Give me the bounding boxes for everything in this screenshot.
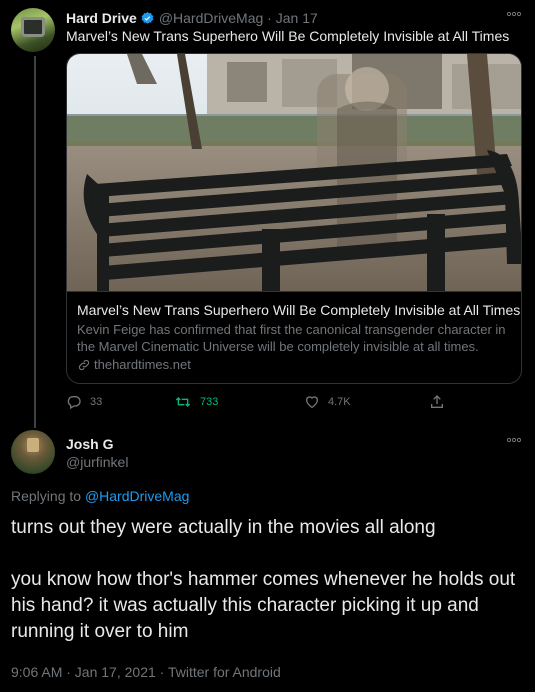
more-options-icon[interactable] — [506, 8, 522, 20]
more-options-icon[interactable] — [506, 434, 522, 446]
replying-to: Replying to @HardDriveMag — [11, 488, 189, 504]
link-icon — [78, 359, 90, 370]
avatar-hard-drive[interactable] — [11, 8, 55, 52]
tweet-paragraph-1: turns out they were actually in the movi… — [11, 517, 436, 538]
tweet-actions: 33 733 4.7K — [66, 394, 466, 414]
author-handle[interactable]: @jurfinkel — [66, 454, 128, 470]
card-description: Kevin Feige has confirmed that first the… — [77, 322, 506, 354]
share-button[interactable] — [429, 394, 445, 410]
retweet-button[interactable]: 733 — [174, 394, 218, 410]
tweet-text: turns out they were actually in the movi… — [11, 515, 526, 645]
like-button[interactable]: 4.7K — [304, 394, 351, 410]
author-name[interactable]: Josh G — [66, 436, 113, 452]
author-name[interactable]: Hard Drive — [66, 10, 137, 26]
reply-count: 33 — [90, 396, 103, 408]
link-card[interactable]: Marvel’s New Trans Superhero Will Be Com… — [66, 53, 522, 384]
tweet-header: Hard Drive @HardDriveMag · Jan 17 — [66, 10, 318, 26]
reply-icon — [67, 396, 81, 410]
tweet-text: Marvel’s New Trans Superhero Will Be Com… — [66, 28, 510, 44]
like-count: 4.7K — [328, 396, 351, 408]
tweet-date[interactable]: Jan 17 — [276, 10, 318, 26]
replying-to-link[interactable]: @HardDriveMag — [85, 488, 189, 504]
avatar-josh-g[interactable] — [11, 430, 55, 474]
card-title: Marvel’s New Trans Superhero Will Be Com… — [77, 302, 521, 318]
card-domain-text: thehardtimes.net — [94, 357, 191, 372]
card-domain: thehardtimes.net — [77, 357, 513, 372]
thread-connector — [34, 56, 36, 428]
reply-button[interactable]: 33 — [66, 394, 102, 410]
card-image — [67, 54, 521, 291]
tweet-timestamp[interactable]: 9:06 AM · Jan 17, 2021 · Twitter for And… — [11, 664, 281, 680]
dot-separator: · — [263, 10, 276, 26]
tweet-paragraph-2: you know how thor's hammer comes wheneve… — [11, 569, 516, 642]
share-icon — [431, 395, 443, 408]
verified-badge-icon — [140, 11, 155, 26]
replying-prefix: Replying to — [11, 488, 85, 504]
retweet-icon — [175, 397, 191, 407]
card-body: Marvel’s New Trans Superhero Will Be Com… — [67, 291, 521, 383]
heart-icon — [305, 396, 319, 409]
retweet-count: 733 — [200, 396, 219, 408]
author-handle[interactable]: @HardDriveMag — [159, 10, 263, 26]
